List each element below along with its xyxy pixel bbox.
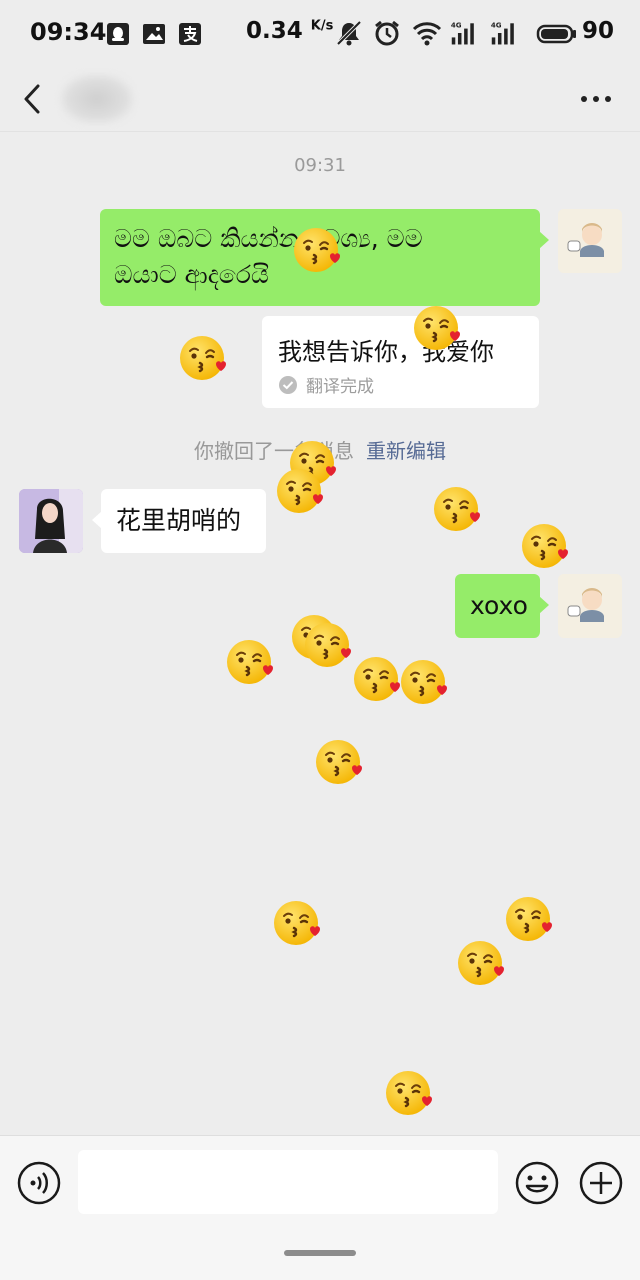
kissing-face-icon <box>354 657 400 701</box>
chevron-left-icon[interactable] <box>18 76 48 122</box>
message-bubble-other[interactable]: 花里胡哨的 <box>92 489 266 553</box>
translation-status: 翻译完成 <box>278 372 374 397</box>
kissing-face-icon <box>506 897 552 941</box>
alipay-icon <box>179 23 201 45</box>
wifi-icon <box>412 22 442 46</box>
avatar-self-illustration <box>558 209 622 273</box>
voice-icon[interactable] <box>16 1160 62 1206</box>
kissing-face-icon <box>274 901 320 945</box>
image-notification-icon <box>143 24 165 44</box>
timestamp: 09:31 <box>294 155 346 176</box>
kissing-face-icon <box>434 487 480 531</box>
input-bar <box>0 1135 640 1280</box>
kissing-face-icon <box>386 1071 432 1115</box>
message-text: 花里胡哨的 <box>116 506 242 535</box>
avatar-other[interactable] <box>19 489 83 553</box>
kissing-face-icon <box>305 623 351 667</box>
check-icon <box>279 375 297 394</box>
alarm-icon <box>375 20 399 46</box>
signal-icon: 4G <box>451 21 474 45</box>
message-input[interactable] <box>78 1150 498 1214</box>
kissing-face-icon <box>294 228 340 272</box>
mute-icon <box>336 20 362 46</box>
kissing-face-icon <box>277 469 323 513</box>
avatar-self[interactable] <box>558 209 622 273</box>
message-bubble-self[interactable]: xoxo <box>455 574 549 638</box>
network-type-label-2: 4G <box>491 21 502 30</box>
battery-icon <box>536 24 576 44</box>
plus-icon[interactable] <box>578 1160 624 1206</box>
kissing-face-icon <box>401 660 447 704</box>
kissing-face-icon <box>458 941 504 985</box>
translation-card[interactable]: 我想告诉你，我爱你 翻译完成 <box>262 316 539 408</box>
kissing-face-icon <box>522 524 568 568</box>
signal-icon-2: 4G <box>491 21 514 45</box>
kissing-face-icon <box>227 640 273 684</box>
message-text: xoxo <box>470 591 528 620</box>
home-indicator[interactable] <box>284 1250 356 1256</box>
network-type-label: 4G <box>451 21 462 30</box>
kissing-face-icon <box>180 336 226 380</box>
emoji-icon[interactable] <box>514 1160 560 1206</box>
qq-icon <box>107 23 129 45</box>
contact-name[interactable] <box>60 74 134 124</box>
battery-level: 90 <box>582 18 615 44</box>
more-icon[interactable] <box>578 86 614 112</box>
net-speed-value: 0.34 <box>246 18 303 44</box>
message-list[interactable]: 09:31 මම ඔබට කියන්න අවශ්‍ය, මම ඔයාට ආදරෙ… <box>0 133 640 1135</box>
status-time: 09:34 <box>30 18 107 46</box>
avatar-self-illustration <box>558 574 622 638</box>
net-speed: 0.34 K/s <box>246 18 333 44</box>
avatar-other-photo <box>19 489 83 553</box>
kissing-face-icon <box>316 740 362 784</box>
chat-header <box>0 66 640 132</box>
translation-status-label: 翻译完成 <box>306 377 374 397</box>
avatar-self[interactable] <box>558 574 622 638</box>
kissing-face-icon <box>414 306 460 350</box>
status-bar: 09:34 0.34 K/s 4G 4G 90 <box>0 0 640 66</box>
re-edit-link[interactable]: 重新编辑 <box>366 439 446 463</box>
net-speed-unit: K/s <box>310 18 334 34</box>
